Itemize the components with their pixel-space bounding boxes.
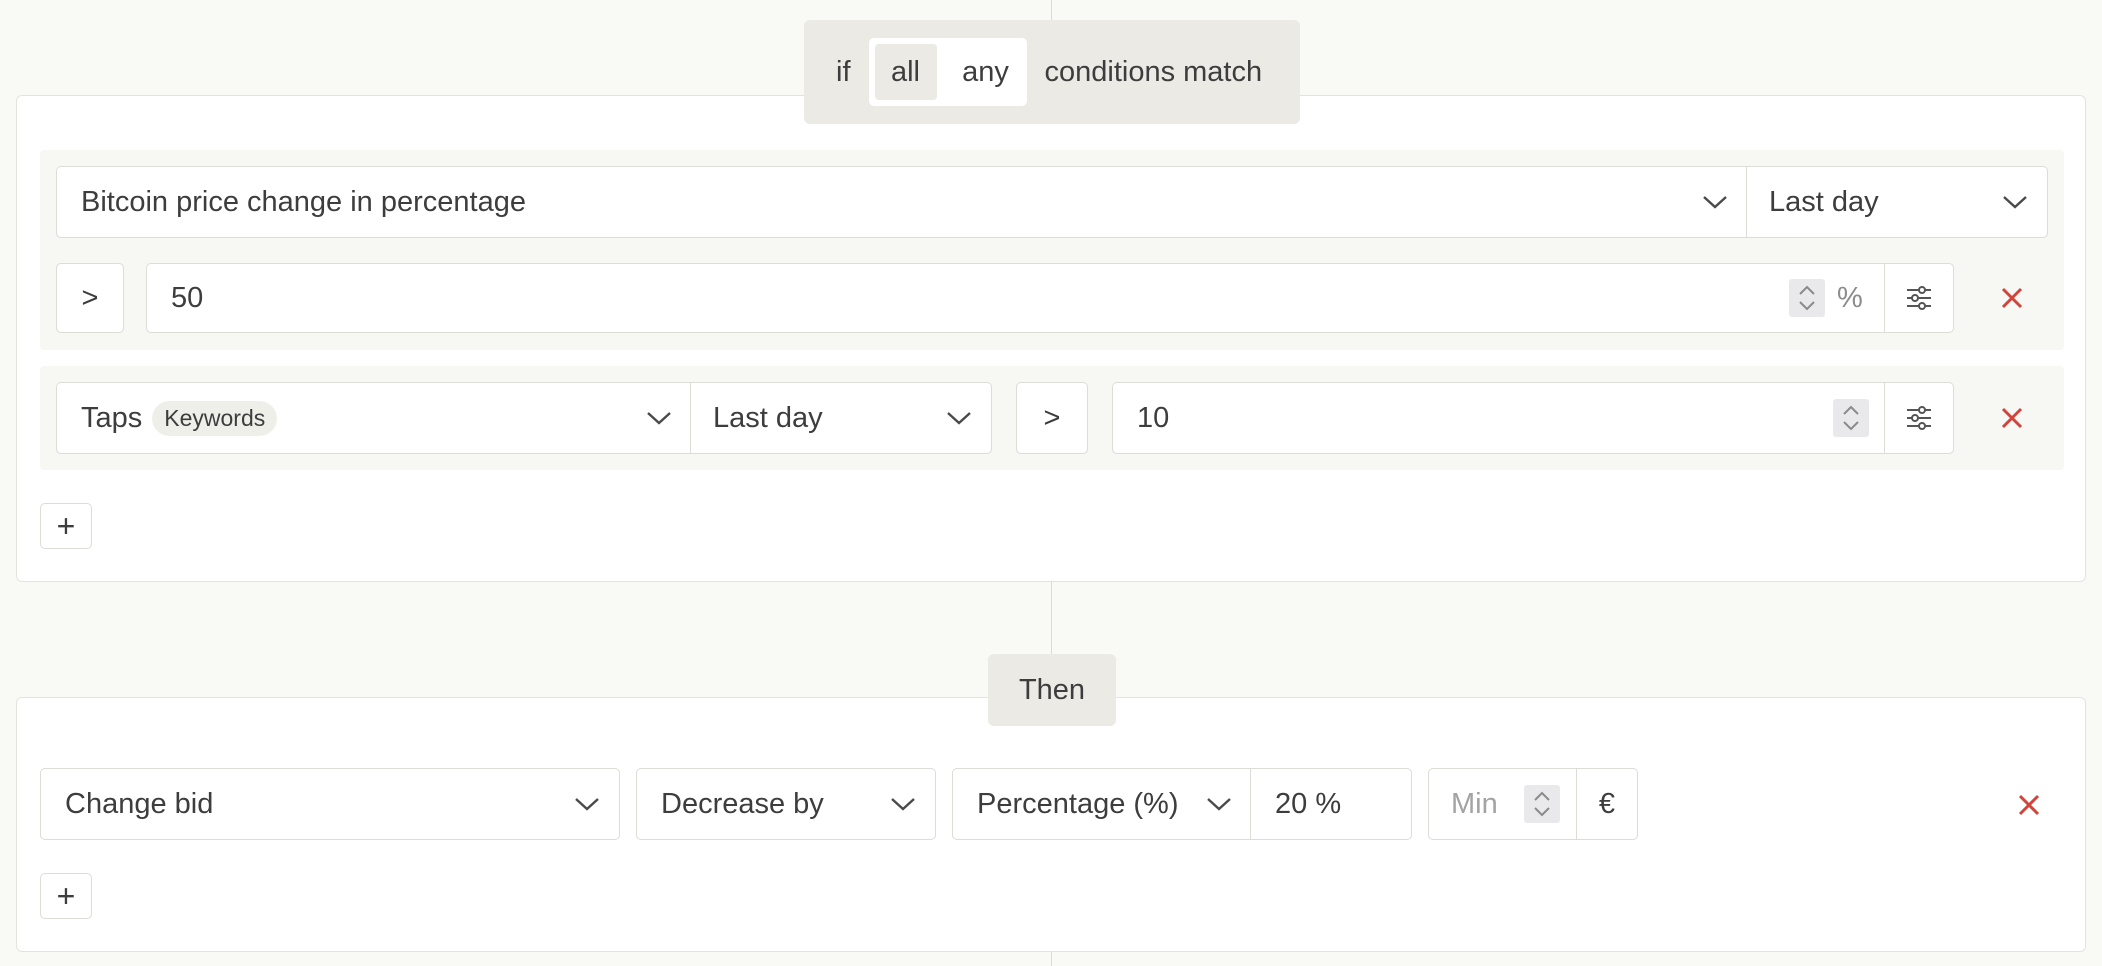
chevron-down-icon (1207, 798, 1231, 811)
condition-2-metric-tag: Keywords (152, 400, 278, 436)
action-amount-input[interactable]: 20 % (1250, 768, 1412, 840)
connector-line-middle (1051, 582, 1052, 654)
remove-condition-1-icon[interactable] (1999, 285, 2025, 311)
condition-1-options-button[interactable] (1884, 263, 1954, 333)
add-condition-button[interactable]: + (40, 503, 92, 549)
condition-1-value-input[interactable]: 50 % (146, 263, 1886, 333)
action-min-placeholder: Min (1451, 787, 1498, 820)
action-direction-select[interactable]: Decrease by (636, 768, 936, 840)
condition-2-period-value: Last day (713, 401, 823, 434)
action-mode-value: Percentage (%) (977, 787, 1179, 820)
match-mode-header: if all any conditions match (804, 20, 1300, 124)
condition-1-metric-select[interactable]: Bitcoin price change in percentage (56, 166, 1748, 238)
action-min-input[interactable]: Min (1428, 768, 1578, 840)
condition-2-value-input[interactable]: 10 (1112, 382, 1886, 454)
action-amount-value: 20 % (1275, 787, 1342, 820)
action-currency: € (1598, 787, 1616, 820)
condition-1-value: 50 (171, 281, 204, 314)
condition-2-operator-select[interactable]: > (1016, 382, 1088, 454)
remove-action-icon[interactable] (2016, 792, 2042, 818)
stepper-arrows-icon[interactable] (1833, 399, 1869, 437)
condition-1-period-select[interactable]: Last day (1746, 166, 2048, 238)
match-mode-toggle: all any (868, 38, 1027, 106)
conditions-match-label: conditions match (1044, 55, 1263, 88)
add-condition-label: + (56, 507, 76, 544)
if-label: if (836, 55, 851, 88)
then-label: Then (1018, 673, 1086, 706)
chevron-down-icon (647, 412, 671, 425)
add-action-button[interactable]: + (40, 873, 92, 919)
connector-line-bottom (1051, 952, 1052, 966)
match-all-option[interactable]: all (874, 44, 937, 100)
condition-2-value: 10 (1137, 401, 1170, 434)
stepper-arrows-icon[interactable] (1789, 279, 1825, 317)
condition-2-operator-value: > (1043, 401, 1061, 434)
match-any-option[interactable]: any (955, 44, 1017, 100)
action-currency-addon: € (1576, 768, 1638, 840)
then-label-box: Then (988, 654, 1116, 726)
stepper-arrows-icon[interactable] (1524, 785, 1560, 823)
condition-1-operator-value: > (81, 281, 99, 314)
condition-1-operator-select[interactable]: > (56, 263, 124, 333)
action-direction-value: Decrease by (661, 787, 824, 820)
condition-2-options-button[interactable] (1884, 382, 1954, 454)
chevron-down-icon (891, 798, 915, 811)
chevron-down-icon (1703, 196, 1727, 209)
remove-condition-2-icon[interactable] (1999, 405, 2025, 431)
action-type-value: Change bid (65, 787, 214, 820)
condition-1-period-value: Last day (1769, 185, 1879, 218)
condition-1-unit: % (1837, 281, 1863, 314)
action-type-select[interactable]: Change bid (40, 768, 620, 840)
chevron-down-icon (2003, 196, 2027, 209)
condition-2-metric-select[interactable]: Taps Keywords (56, 382, 692, 454)
action-mode-select[interactable]: Percentage (%) (952, 768, 1252, 840)
add-action-label: + (56, 877, 76, 914)
sliders-icon (1907, 406, 1931, 430)
chevron-down-icon (575, 798, 599, 811)
condition-1-metric-value: Bitcoin price change in percentage (81, 185, 526, 218)
condition-2-metric-value: Taps (81, 401, 143, 434)
chevron-down-icon (947, 412, 971, 425)
condition-2-period-select[interactable]: Last day (690, 382, 992, 454)
sliders-icon (1907, 286, 1931, 310)
